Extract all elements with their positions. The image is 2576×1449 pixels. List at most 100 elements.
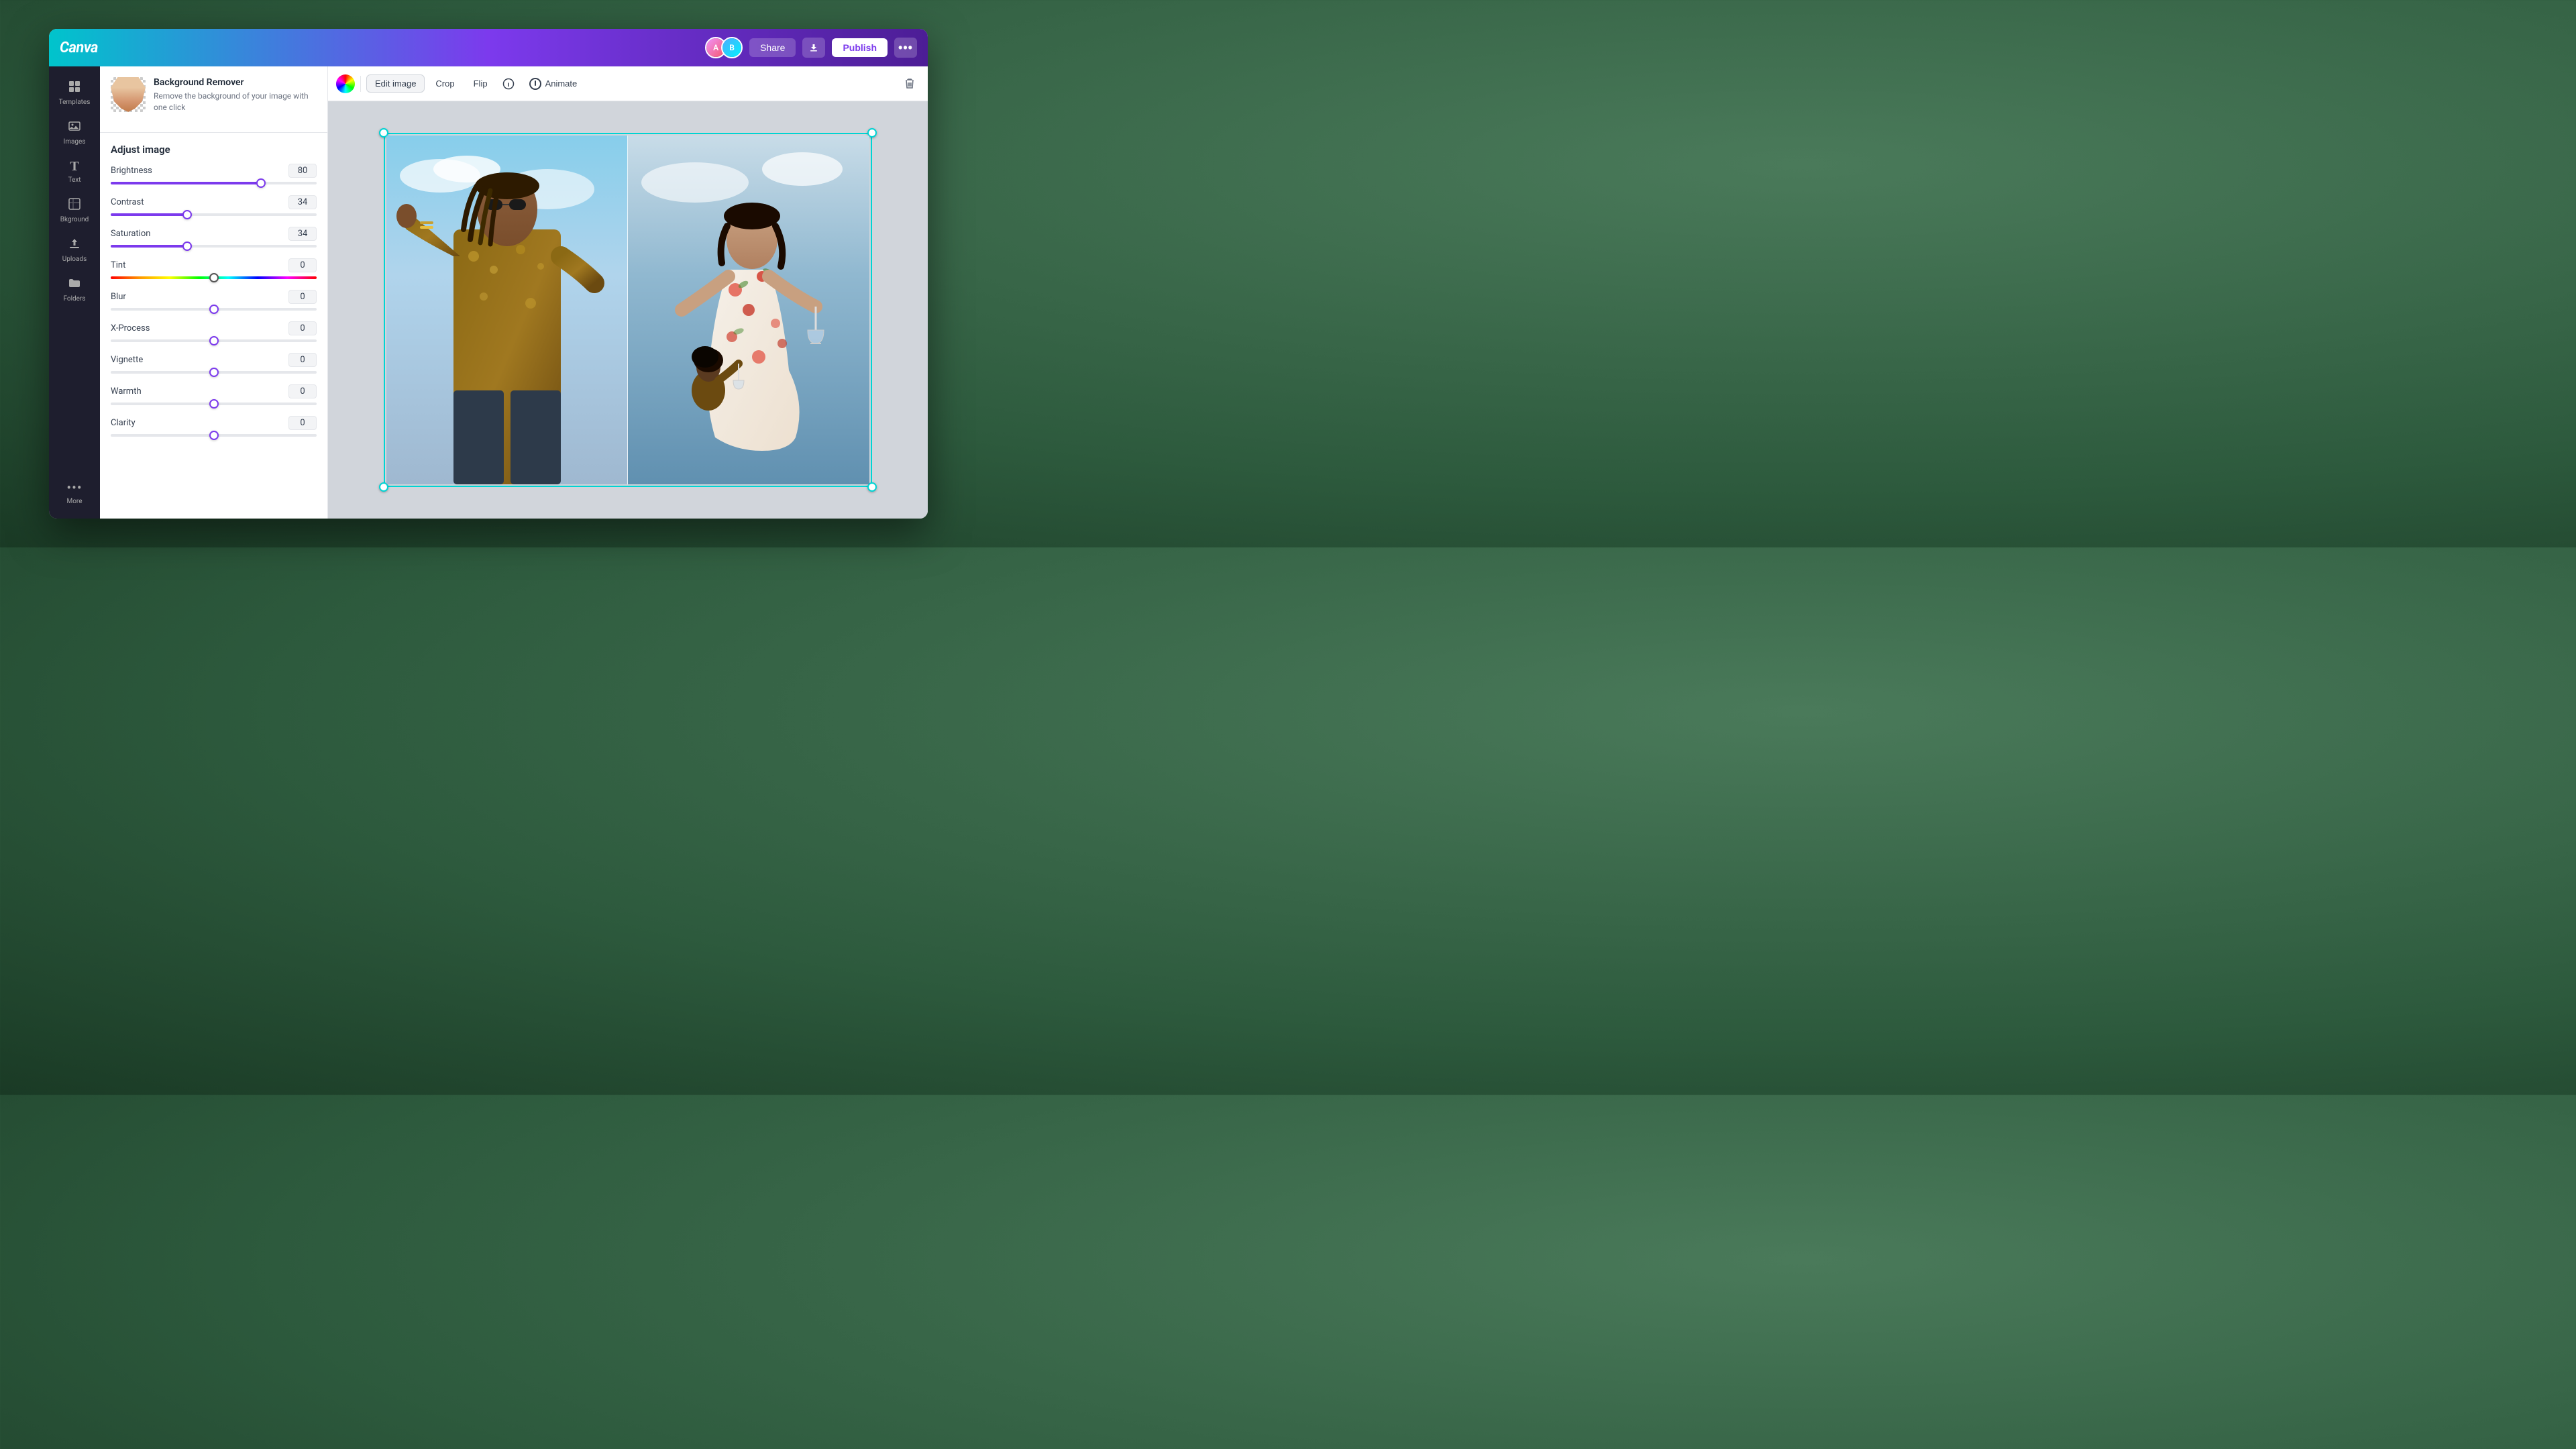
folders-label: Folders [63, 295, 85, 303]
contrast-value: 34 [288, 195, 317, 209]
xprocess-slider-row: X-Process 0 [111, 321, 317, 342]
sidebar-item-templates[interactable]: Templates [53, 74, 96, 111]
text-icon: T [70, 159, 78, 174]
canvas-image-container[interactable] [386, 136, 869, 484]
avatar: B [721, 37, 743, 58]
blur-thumb[interactable] [209, 305, 219, 314]
side-panel: Background Remover Remove the background… [100, 66, 328, 519]
publish-button[interactable]: Publish [832, 38, 888, 57]
clarity-label: Clarity [111, 418, 136, 428]
images-label: Images [63, 138, 85, 146]
saturation-label: Saturation [111, 229, 150, 239]
animate-icon [529, 78, 541, 90]
color-wheel[interactable] [336, 74, 355, 93]
contrast-track[interactable] [111, 213, 317, 216]
people-illustration-left [386, 136, 628, 484]
vignette-track[interactable] [111, 371, 317, 374]
header-right: A B Share Publish ••• [705, 37, 917, 58]
tint-thumb[interactable] [209, 273, 219, 282]
sidebar-item-background[interactable]: Bkground [53, 192, 96, 229]
blur-track[interactable] [111, 308, 317, 311]
bg-remover-title: Background Remover [154, 77, 317, 88]
blur-label: Blur [111, 292, 126, 302]
brightness-value: 80 [288, 164, 317, 178]
warmth-thumb[interactable] [209, 399, 219, 409]
tint-label: Tint [111, 260, 125, 270]
contrast-slider-row: Contrast 34 [111, 195, 317, 216]
app-logo: Canva [60, 40, 98, 56]
blur-value: 0 [288, 290, 317, 304]
delete-button[interactable] [900, 74, 920, 94]
xprocess-thumb[interactable] [209, 336, 219, 345]
images-icon [68, 119, 81, 136]
templates-label: Templates [59, 99, 91, 106]
adjust-image-title: Adjust image [100, 133, 327, 164]
clarity-thumb[interactable] [209, 431, 219, 440]
image-content [386, 136, 869, 484]
brightness-slider-row: Brightness 80 [111, 164, 317, 184]
flip-button[interactable]: Flip [466, 75, 496, 92]
share-button[interactable]: Share [749, 38, 796, 57]
image-left-half [386, 136, 628, 484]
warmth-value: 0 [288, 384, 317, 398]
download-icon [808, 42, 819, 53]
sidebar-item-more[interactable]: ••• More [53, 474, 96, 511]
saturation-thumb[interactable] [182, 241, 192, 251]
more-icon: ••• [898, 41, 913, 55]
xprocess-value: 0 [288, 321, 317, 335]
animate-button[interactable]: Animate [521, 74, 586, 93]
vignette-thumb[interactable] [209, 368, 219, 377]
sliders-section: Brightness 80 Contrast 34 [100, 164, 327, 458]
tint-slider-row: Tint 0 [111, 258, 317, 279]
vignette-slider-row: Vignette 0 [111, 353, 317, 374]
animate-label: Animate [545, 78, 578, 89]
contrast-fill [111, 213, 187, 216]
sidebar-item-images[interactable]: Images [53, 114, 96, 151]
bg-remover-header: Background Remover Remove the background… [111, 77, 317, 113]
info-button[interactable] [498, 74, 519, 94]
avatar-group: A B [705, 37, 743, 58]
sidebar-item-text[interactable]: T Text [53, 154, 96, 189]
crop-button[interactable]: Crop [427, 75, 462, 92]
bg-remover-info: Background Remover Remove the background… [154, 77, 317, 113]
more-dots-icon: ••• [66, 480, 82, 496]
xprocess-track[interactable] [111, 339, 317, 342]
xprocess-label: X-Process [111, 323, 150, 333]
adjust-image-section: Adjust image Brightness 80 [100, 133, 327, 458]
brightness-thumb[interactable] [256, 178, 266, 188]
clarity-slider-row: Clarity 0 [111, 416, 317, 437]
image-toolbar: Edit image Crop Flip Animate [328, 66, 928, 101]
uploads-label: Uploads [62, 256, 87, 263]
saturation-slider-row: Saturation 34 [111, 227, 317, 248]
clarity-track[interactable] [111, 434, 317, 437]
tint-value: 0 [288, 258, 317, 272]
templates-icon [68, 80, 81, 97]
main-content: Templates Images T Text [49, 66, 928, 519]
more-label: More [66, 498, 82, 505]
tint-track[interactable] [111, 276, 317, 279]
saturation-value: 34 [288, 227, 317, 241]
background-label: Bkground [60, 216, 89, 223]
download-button[interactable] [802, 38, 825, 58]
image-right-half [628, 136, 869, 484]
contrast-label: Contrast [111, 197, 144, 207]
sidebar-item-uploads[interactable]: Uploads [53, 231, 96, 268]
bg-remover-thumbnail [111, 77, 146, 112]
uploads-icon [68, 237, 81, 254]
warmth-track[interactable] [111, 402, 317, 405]
brightness-track[interactable] [111, 182, 317, 184]
info-icon [502, 78, 515, 90]
contrast-thumb[interactable] [182, 210, 192, 219]
saturation-track[interactable] [111, 245, 317, 248]
people-illustration-right [628, 136, 869, 484]
more-button[interactable]: ••• [894, 38, 917, 58]
brightness-label: Brightness [111, 166, 152, 176]
sidebar: Templates Images T Text [49, 66, 100, 519]
saturation-fill [111, 245, 187, 248]
blur-slider-row: Blur 0 [111, 290, 317, 311]
bg-remover-section: Background Remover Remove the background… [100, 66, 327, 133]
edit-image-button[interactable]: Edit image [366, 74, 425, 93]
background-icon [68, 197, 81, 214]
vignette-value: 0 [288, 353, 317, 367]
sidebar-item-folders[interactable]: Folders [53, 271, 96, 308]
